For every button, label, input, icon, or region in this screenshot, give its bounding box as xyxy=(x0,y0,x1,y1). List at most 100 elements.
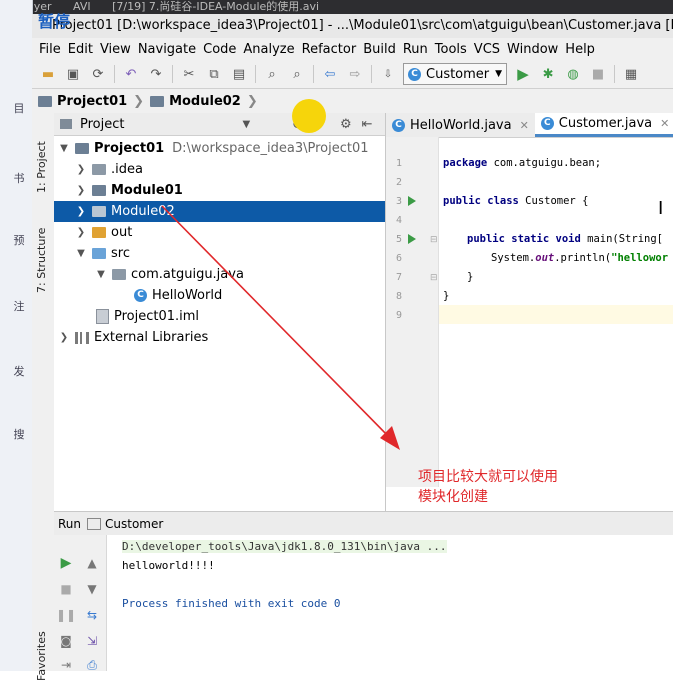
breadcrumb-project-label: Project01 xyxy=(57,93,128,109)
replace-icon[interactable]: ⌕ xyxy=(288,65,306,83)
scroll-to-end-icon[interactable]: ⇲ xyxy=(84,633,100,649)
desktop-item-2[interactable]: 书 xyxy=(8,170,30,186)
menu-run[interactable]: Run xyxy=(403,42,428,57)
tree-item-module01[interactable]: ❯ Module01 xyxy=(54,180,385,201)
tree-item-label: Module01 xyxy=(111,183,183,198)
breadcrumb-project[interactable]: Project01 ❯ xyxy=(38,94,144,109)
menu-analyze[interactable]: Analyze xyxy=(243,42,294,57)
rerun-icon[interactable]: ▶ xyxy=(58,555,74,571)
console-icon xyxy=(87,518,102,530)
menu-help[interactable]: Help xyxy=(565,42,595,57)
iml-file-icon xyxy=(96,309,109,324)
menu-window[interactable]: Window xyxy=(507,42,558,57)
folder-icon xyxy=(92,227,106,238)
down-icon[interactable]: ▼ xyxy=(84,581,100,597)
sync-icon[interactable]: ⟳ xyxy=(89,65,107,83)
desktop-item-3[interactable]: 预 xyxy=(8,232,30,248)
desktop-item-5[interactable]: 发 xyxy=(8,363,30,379)
ide-window: Project01 [D:\workspace_idea3\Project01]… xyxy=(32,12,673,681)
folder-icon xyxy=(38,95,52,107)
code-line: public static void main(String[ xyxy=(467,233,663,245)
fold-icon[interactable]: ⊟ xyxy=(430,235,438,245)
tree-item-project01[interactable]: ▼ Project01 D:\workspace_idea3\Project01 xyxy=(54,138,385,159)
project-panel-title[interactable]: Project xyxy=(80,117,124,132)
run-config-select[interactable]: C Customer ▼ xyxy=(403,63,508,85)
toolbar-separator xyxy=(172,65,173,83)
redo-icon[interactable]: ↷ xyxy=(147,65,165,83)
gear-icon[interactable]: ⚙ xyxy=(340,117,352,132)
hide-icon[interactable]: ⇤ xyxy=(362,117,373,132)
up-icon[interactable]: ▲ xyxy=(84,555,100,571)
menu-tools[interactable]: Tools xyxy=(435,42,467,57)
console-output[interactable]: D:\developer_tools\Java\jdk1.8.0_131\bin… xyxy=(107,535,673,671)
breadcrumb-module[interactable]: Module02 ❯ xyxy=(150,94,258,109)
tab-label: HelloWorld.java xyxy=(410,117,512,133)
player-format: AVI xyxy=(73,0,91,13)
chevron-right-icon: ❯ xyxy=(133,93,145,109)
module-folder-icon xyxy=(92,185,106,196)
structure-tool-tab[interactable]: 7: Structure xyxy=(35,228,48,293)
module-folder-icon xyxy=(92,206,106,217)
build-icon[interactable]: ⇩ xyxy=(379,65,397,83)
code-editor: C HelloWorld.java ✕ C Customer.java ✕ 1 … xyxy=(386,113,673,511)
chevron-down-icon[interactable]: ▼ xyxy=(242,119,250,130)
project-tool-tab[interactable]: 1: Project xyxy=(35,141,48,193)
menu-navigate[interactable]: Navigate xyxy=(138,42,196,57)
run-config-tab[interactable]: Customer xyxy=(105,517,163,531)
code-line: System.out.println("hellowor xyxy=(491,252,669,264)
desktop-item-4[interactable]: 注 xyxy=(8,298,30,314)
tab-customer[interactable]: C Customer.java ✕ xyxy=(534,113,673,137)
pause-icon[interactable]: ❚❚ xyxy=(56,607,76,623)
run-tab-label[interactable]: Run xyxy=(58,517,81,531)
menu-file[interactable]: File xyxy=(39,42,61,57)
project-structure-icon[interactable]: ▦ xyxy=(622,65,640,83)
open-folder-icon[interactable]: ▬ xyxy=(39,65,57,83)
save-icon[interactable]: ▣ xyxy=(64,65,82,83)
close-icon[interactable]: ✕ xyxy=(660,117,669,130)
cut-icon[interactable]: ✂ xyxy=(180,65,198,83)
tab-helloworld[interactable]: C HelloWorld.java ✕ xyxy=(386,113,535,137)
chevron-down-icon: ▼ xyxy=(97,269,105,280)
tree-item-label: out xyxy=(111,225,133,240)
tree-item-idea[interactable]: ❯ .idea xyxy=(54,159,385,180)
menu-code[interactable]: Code xyxy=(203,42,236,57)
desktop-strip: 目 书 预 注 发 搜 xyxy=(0,0,33,671)
stop-icon[interactable]: ■ xyxy=(58,581,74,597)
chevron-right-icon: ❯ xyxy=(246,93,258,109)
forward-icon[interactable]: ⇨ xyxy=(346,65,364,83)
menu-vcs[interactable]: VCS xyxy=(474,42,500,57)
menu-refactor[interactable]: Refactor xyxy=(302,42,357,57)
soft-wrap-icon[interactable]: ⇆ xyxy=(84,607,100,623)
favorites-tool-tab[interactable]: Favorites xyxy=(35,631,48,681)
run-icon[interactable]: ▶ xyxy=(514,65,532,83)
stop-icon[interactable]: ■ xyxy=(589,65,607,83)
fold-icon[interactable]: ⊟ xyxy=(430,273,438,283)
folder-icon xyxy=(92,164,106,175)
toolbar-separator xyxy=(614,65,616,83)
console-line: Process finished with exit code 0 xyxy=(122,597,341,610)
undo-icon[interactable]: ↶ xyxy=(122,65,140,83)
back-icon[interactable]: ⇦ xyxy=(321,65,339,83)
chevron-down-icon: ▼ xyxy=(77,248,85,259)
menu-view[interactable]: View xyxy=(100,42,131,57)
code-area[interactable]: package com.atguigu.bean; public class C… xyxy=(439,137,673,487)
annotation-line: 模块化创建 xyxy=(418,489,488,505)
debug-icon[interactable]: ✱ xyxy=(539,65,557,83)
menu-build[interactable]: Build xyxy=(363,42,396,57)
chevron-down-icon: ▼ xyxy=(60,143,68,154)
menu-edit[interactable]: Edit xyxy=(68,42,93,57)
editor-tab-bar: C HelloWorld.java ✕ C Customer.java ✕ xyxy=(386,113,673,138)
copy-icon[interactable]: ⧉ xyxy=(205,65,223,83)
find-icon[interactable]: ⌕ xyxy=(263,65,281,83)
close-icon[interactable]: ✕ xyxy=(520,119,529,132)
camera-icon[interactable]: ◙ xyxy=(58,633,74,649)
desktop-item-1[interactable]: 目 xyxy=(8,100,30,116)
coverage-icon[interactable]: ◍ xyxy=(564,65,582,83)
text-cursor-icon: I xyxy=(658,198,664,219)
run-panel-header: Run Customer xyxy=(54,511,673,537)
mouse-cursor-highlight xyxy=(292,99,326,133)
class-icon: C xyxy=(134,289,147,302)
desktop-item-6[interactable]: 搜 xyxy=(8,426,30,442)
paste-icon[interactable]: ▤ xyxy=(230,65,248,83)
tree-item-label: Project01 xyxy=(94,141,165,156)
